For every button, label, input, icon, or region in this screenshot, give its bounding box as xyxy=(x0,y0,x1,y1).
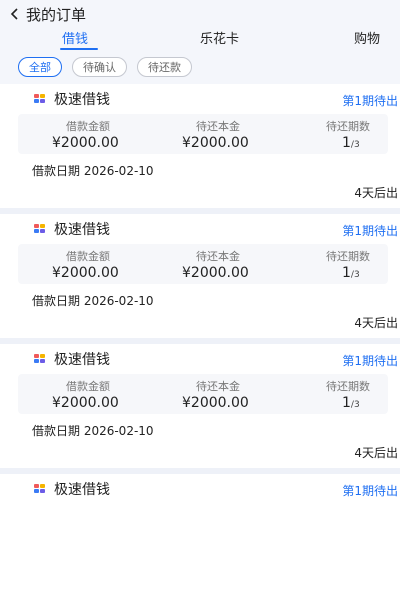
loan-date: 借款日期 2026-02-10 xyxy=(32,294,154,308)
brand-dots-icon xyxy=(34,224,45,233)
periods-label: 待还期数 xyxy=(326,250,370,263)
order-card[interactable]: 极速借钱 第1期待出 xyxy=(0,474,400,598)
periods-value: 1/3 xyxy=(342,265,360,281)
brand-dots-icon xyxy=(34,94,45,103)
loan-amount-value: ¥2000.00 xyxy=(52,135,119,151)
tab-shopping[interactable]: 购物 xyxy=(354,28,380,47)
filter-pending-repay[interactable]: 待还款 xyxy=(137,57,192,77)
status-text: 第1期待出 xyxy=(342,484,398,498)
principal-label: 待还本金 xyxy=(196,380,240,393)
order-card[interactable]: 极速借钱 第1期待出 借款金额 ¥2000.00 待还本金 ¥2000.00 待… xyxy=(0,84,400,208)
filter-bar: 全部 待确认 待还款 xyxy=(0,50,400,84)
product-name: 极速借钱 xyxy=(54,222,110,238)
order-card[interactable]: 极速借钱 第1期待出 借款金额 ¥2000.00 待还本金 ¥2000.00 待… xyxy=(0,214,400,338)
loan-date: 借款日期 2026-02-10 xyxy=(32,424,154,438)
order-card[interactable]: 极速借钱 第1期待出 借款金额 ¥2000.00 待还本金 ¥2000.00 待… xyxy=(0,344,400,468)
loan-amount-label: 借款金额 xyxy=(66,250,110,263)
principal-value: ¥2000.00 xyxy=(182,135,249,151)
product-name: 极速借钱 xyxy=(54,352,110,368)
filter-pending-confirm[interactable]: 待确认 xyxy=(72,57,127,77)
loan-amount-label: 借款金额 xyxy=(66,120,110,133)
due-text: 4天后出 xyxy=(354,316,398,330)
order-card-header: 极速借钱 第1期待出 xyxy=(0,474,400,504)
tab-bar: 借钱 乐花卡 购物 xyxy=(0,28,400,50)
periods-value: 1/3 xyxy=(342,135,360,151)
order-list: 极速借钱 第1期待出 借款金额 ¥2000.00 待还本金 ¥2000.00 待… xyxy=(0,84,400,598)
tab-loan[interactable]: 借钱 xyxy=(62,28,88,47)
principal-value: ¥2000.00 xyxy=(182,265,249,281)
header-bar: 我的订单 xyxy=(0,0,400,28)
order-card-header: 极速借钱 第1期待出 xyxy=(0,344,400,374)
filter-all[interactable]: 全部 xyxy=(18,57,62,77)
periods-label: 待还期数 xyxy=(326,120,370,133)
page-title: 我的订单 xyxy=(26,5,87,24)
principal-value: ¥2000.00 xyxy=(182,395,249,411)
order-info-panel: 借款金额 ¥2000.00 待还本金 ¥2000.00 待还期数 1/3 xyxy=(18,374,388,414)
order-card-header: 极速借钱 第1期待出 xyxy=(0,214,400,244)
due-text: 4天后出 xyxy=(354,186,398,200)
periods-label: 待还期数 xyxy=(326,380,370,393)
loan-amount-label: 借款金额 xyxy=(66,380,110,393)
order-info-panel: 借款金额 ¥2000.00 待还本金 ¥2000.00 待还期数 1/3 xyxy=(18,114,388,154)
brand-dots-icon xyxy=(34,354,45,363)
tab-lehua-card[interactable]: 乐花卡 xyxy=(200,28,239,47)
status-text: 第1期待出 xyxy=(342,94,398,108)
loan-date: 借款日期 2026-02-10 xyxy=(32,164,154,178)
principal-label: 待还本金 xyxy=(196,120,240,133)
order-card-header: 极速借钱 第1期待出 xyxy=(0,84,400,114)
product-name: 极速借钱 xyxy=(54,482,110,498)
periods-value: 1/3 xyxy=(342,395,360,411)
order-info-panel: 借款金额 ¥2000.00 待还本金 ¥2000.00 待还期数 1/3 xyxy=(18,244,388,284)
product-name: 极速借钱 xyxy=(54,92,110,108)
status-text: 第1期待出 xyxy=(342,224,398,238)
loan-amount-value: ¥2000.00 xyxy=(52,395,119,411)
chevron-left-icon[interactable] xyxy=(8,7,22,21)
status-text: 第1期待出 xyxy=(342,354,398,368)
due-text: 4天后出 xyxy=(354,446,398,460)
brand-dots-icon xyxy=(34,484,45,493)
loan-amount-value: ¥2000.00 xyxy=(52,265,119,281)
active-tab-indicator xyxy=(60,48,98,50)
principal-label: 待还本金 xyxy=(196,250,240,263)
